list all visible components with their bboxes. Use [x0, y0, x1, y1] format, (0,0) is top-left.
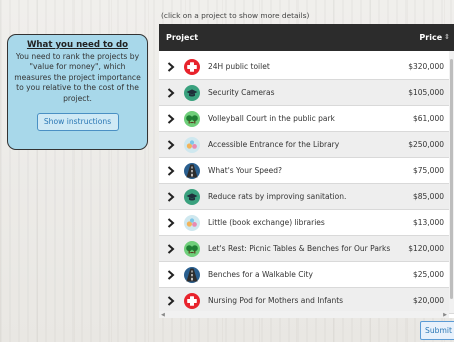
graduation-cap-icon	[184, 84, 200, 101]
project-name: Little (book exchange) libraries	[208, 218, 325, 227]
expand-chevron-icon[interactable]	[166, 139, 176, 150]
project-name: 24H public toilet	[208, 62, 270, 71]
culture-icon	[184, 214, 200, 231]
horizontal-scrollbar[interactable]: ◀ ▶	[159, 311, 449, 318]
health-cross-icon	[184, 58, 200, 75]
culture-icon	[184, 136, 200, 153]
expand-chevron-icon[interactable]	[166, 61, 176, 72]
project-price: $13,000	[412, 218, 444, 227]
table-row[interactable]: Security Cameras $105,000	[159, 80, 454, 106]
table-body: 24H public toilet $320,000 Security Came…	[159, 54, 454, 314]
show-instructions-button[interactable]: Show instructions	[36, 113, 119, 132]
projects-table: Project Price ⇕ 24H public toilet $320,0…	[159, 24, 454, 318]
project-price: $61,000	[412, 114, 444, 123]
expand-chevron-icon[interactable]	[166, 165, 176, 176]
road-icon	[184, 266, 200, 283]
table-row[interactable]: 24H public toilet $320,000	[159, 54, 454, 80]
table-header: Project Price ⇕	[159, 24, 454, 51]
instructions-title: What you need to do	[26, 40, 129, 50]
table-row[interactable]: What's Your Speed? $75,000	[159, 158, 454, 184]
project-name: Reduce rats by improving sanitation.	[208, 192, 347, 201]
vertical-scrollbar-thumb[interactable]	[450, 59, 453, 299]
project-name: What's Your Speed?	[208, 166, 282, 175]
project-price: $250,000	[408, 140, 444, 149]
hint-text: (click on a project to show more details…	[161, 11, 310, 20]
table-row[interactable]: Benches for a Walkable City $25,000	[159, 262, 454, 288]
table-row[interactable]: Reduce rats by improving sanitation. $85…	[159, 184, 454, 210]
expand-chevron-icon[interactable]	[166, 243, 176, 254]
health-cross-icon	[184, 292, 200, 309]
road-icon	[184, 162, 200, 179]
project-price: $25,000	[412, 270, 444, 279]
table-row[interactable]: Accessible Entrance for the Library $250…	[159, 132, 454, 158]
park-icon	[184, 110, 200, 127]
expand-chevron-icon[interactable]	[166, 191, 176, 202]
project-price: $320,000	[408, 62, 444, 71]
project-price: $20,000	[412, 296, 444, 305]
project-name: Benches for a Walkable City	[208, 270, 313, 279]
expand-chevron-icon[interactable]	[166, 217, 176, 228]
expand-chevron-icon[interactable]	[166, 113, 176, 124]
graduation-cap-icon	[184, 188, 200, 205]
scroll-left-icon[interactable]: ◀	[161, 312, 165, 318]
vertical-scrollbar[interactable]	[449, 51, 454, 313]
project-price: $105,000	[408, 88, 444, 97]
project-name: Nursing Pod for Mothers and Infants	[208, 296, 344, 305]
expand-chevron-icon[interactable]	[166, 87, 176, 98]
table-row[interactable]: Let's Rest: Picnic Tables & Benches for …	[159, 236, 454, 262]
project-price: $120,000	[408, 244, 444, 253]
table-row[interactable]: Volleyball Court in the public park $61,…	[159, 106, 454, 132]
table-row[interactable]: Little (book exchange) libraries $13,000	[159, 210, 454, 236]
column-header-price-label: Price	[419, 33, 443, 42]
submit-button[interactable]: Submit	[420, 321, 454, 340]
project-name: Security Cameras	[208, 88, 275, 97]
column-header-price[interactable]: Price ⇕	[419, 33, 450, 42]
project-price: $75,000	[412, 166, 444, 175]
project-price: $85,000	[412, 192, 444, 201]
project-name: Volleyball Court in the public park	[208, 114, 335, 123]
project-name: Accessible Entrance for the Library	[208, 140, 340, 149]
sort-icon[interactable]: ⇕	[444, 34, 450, 41]
column-header-project[interactable]: Project	[166, 33, 419, 42]
expand-chevron-icon[interactable]	[166, 295, 176, 306]
instructions-panel: What you need to do You need to rank the…	[7, 34, 148, 150]
project-name: Let's Rest: Picnic Tables & Benches for …	[208, 244, 391, 253]
instructions-text: You need to rank the projects by "value …	[14, 52, 141, 103]
expand-chevron-icon[interactable]	[166, 269, 176, 280]
park-icon	[184, 240, 200, 257]
scroll-right-icon[interactable]: ▶	[443, 312, 447, 318]
